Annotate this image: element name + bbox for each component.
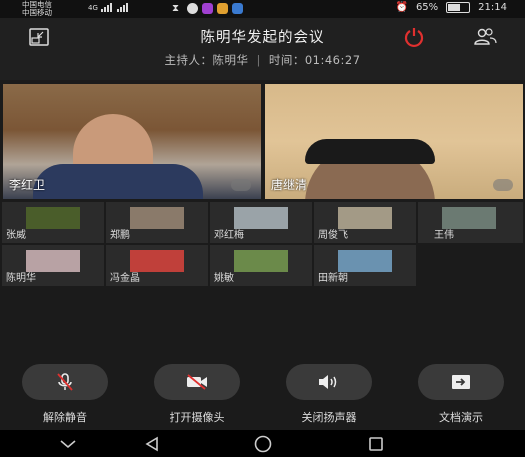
clock: 21:14: [478, 2, 507, 13]
recents-square-icon: [369, 437, 383, 451]
participant-tile[interactable]: 田新朝: [314, 245, 416, 286]
carrier-info: 中国电信 中国移动: [22, 1, 52, 17]
meeting-header: 陈明华发起的会议 主持人：陈明华 | 时间：01:46:27: [0, 18, 525, 80]
recents-button[interactable]: [364, 434, 388, 454]
mic-muted-icon: [57, 373, 73, 391]
participant-thumbnail: [234, 250, 288, 272]
participant-name: 冯金晶: [110, 273, 140, 284]
camera-button-circle: [154, 364, 240, 400]
battery-icon: [446, 2, 471, 13]
share-label: 文档演示: [439, 411, 483, 424]
time-label: 时间：: [268, 53, 305, 67]
meeting-duration: 01:46:27: [304, 53, 361, 67]
participant-tile[interactable]: 王伟: [418, 202, 523, 243]
participant-tile[interactable]: 陈明华: [2, 245, 104, 286]
unmute-label: 解除静音: [43, 411, 87, 424]
participant-name: 张威: [6, 230, 26, 241]
app-icon-1: [187, 3, 198, 14]
hourglass-icon: ⧗: [172, 3, 180, 14]
share-document-button[interactable]: 文档演示: [418, 364, 504, 428]
app-icon-4: [232, 3, 243, 14]
participant-name: 姚敏: [214, 273, 234, 284]
signal-icon: 4G: [88, 3, 128, 12]
video-name-1: 李红卫: [9, 178, 46, 192]
video-feed-2[interactable]: 唐继清: [265, 84, 523, 199]
participant-name: 周俊飞: [318, 230, 348, 241]
host-name: 陈明华: [212, 53, 249, 67]
speaker-icon: [319, 375, 337, 389]
chevron-down-icon: [60, 440, 76, 449]
meeting-info: 主持人：陈明华 | 时间：01:46:27: [0, 52, 525, 68]
participant-name: 陈明华: [6, 273, 36, 284]
home-button[interactable]: [251, 434, 275, 454]
camera-label: 打开摄像头: [169, 411, 225, 424]
speaker-label: 关闭扬声器: [301, 411, 357, 424]
host-label: 主持人：: [164, 53, 213, 67]
participants-button[interactable]: [472, 24, 498, 50]
participant-name: 邓红梅: [214, 230, 244, 241]
users-icon: [474, 28, 497, 45]
status-bar: 中国电信 中国移动 4G ⧗ ⏰ 65% 21:14: [0, 0, 525, 18]
participant-tile[interactable]: 姚敏: [210, 245, 312, 286]
participant-thumbnail: [130, 207, 184, 229]
share-button-circle: [418, 364, 504, 400]
meeting-title: 陈明华发起的会议: [200, 30, 325, 46]
camera-button[interactable]: 打开摄像头: [154, 364, 240, 428]
app-icon-3: [217, 3, 228, 14]
video-shirt-1: [33, 164, 203, 199]
video-mic-icon-1: [231, 179, 251, 191]
back-button[interactable]: [140, 434, 164, 454]
video-feed-1[interactable]: 李红卫: [3, 84, 261, 199]
unmute-button-circle: [22, 364, 108, 400]
battery-percent: 65%: [415, 2, 439, 13]
video-hair-2: [305, 139, 435, 164]
alarm-icon: ⏰: [395, 2, 408, 13]
status-right: ⏰ 65% 21:14: [395, 2, 507, 13]
participant-tile[interactable]: 张威: [2, 202, 104, 243]
speaker-button[interactable]: 关闭扬声器: [286, 364, 372, 428]
power-icon: [404, 28, 424, 48]
participant-thumbnail: [26, 207, 80, 229]
end-meeting-button[interactable]: [401, 24, 427, 50]
participant-tile[interactable]: 冯金晶: [106, 245, 208, 286]
separator: |: [256, 53, 261, 67]
collapse-button[interactable]: [56, 434, 80, 454]
participant-tile[interactable]: 郑鹏: [106, 202, 208, 243]
participant-name: 郑鹏: [110, 230, 130, 241]
unmute-button[interactable]: 解除静音: [22, 364, 108, 428]
participant-name: 王伟: [434, 230, 454, 241]
home-circle-icon: [254, 435, 272, 453]
participant-tile[interactable]: 周俊飞: [314, 202, 416, 243]
carrier-2: 中国移动: [22, 8, 52, 17]
share-screen-icon: [452, 375, 470, 389]
video-mic-icon-2: [493, 179, 513, 191]
speaker-button-circle: [286, 364, 372, 400]
back-triangle-icon: [145, 436, 158, 452]
participant-name: 田新朝: [318, 273, 348, 284]
system-nav-bar: [0, 430, 525, 457]
notification-icons: ⧗: [172, 3, 243, 14]
camera-off-icon: [187, 374, 207, 390]
app-icon-2: [202, 3, 213, 14]
network-type: 4G: [88, 4, 98, 12]
participant-tile[interactable]: 邓红梅: [210, 202, 312, 243]
meeting-controls: 解除静音 打开摄像头 关闭扬声器 文档演示: [0, 364, 525, 428]
video-name-2: 唐继清: [271, 178, 308, 192]
